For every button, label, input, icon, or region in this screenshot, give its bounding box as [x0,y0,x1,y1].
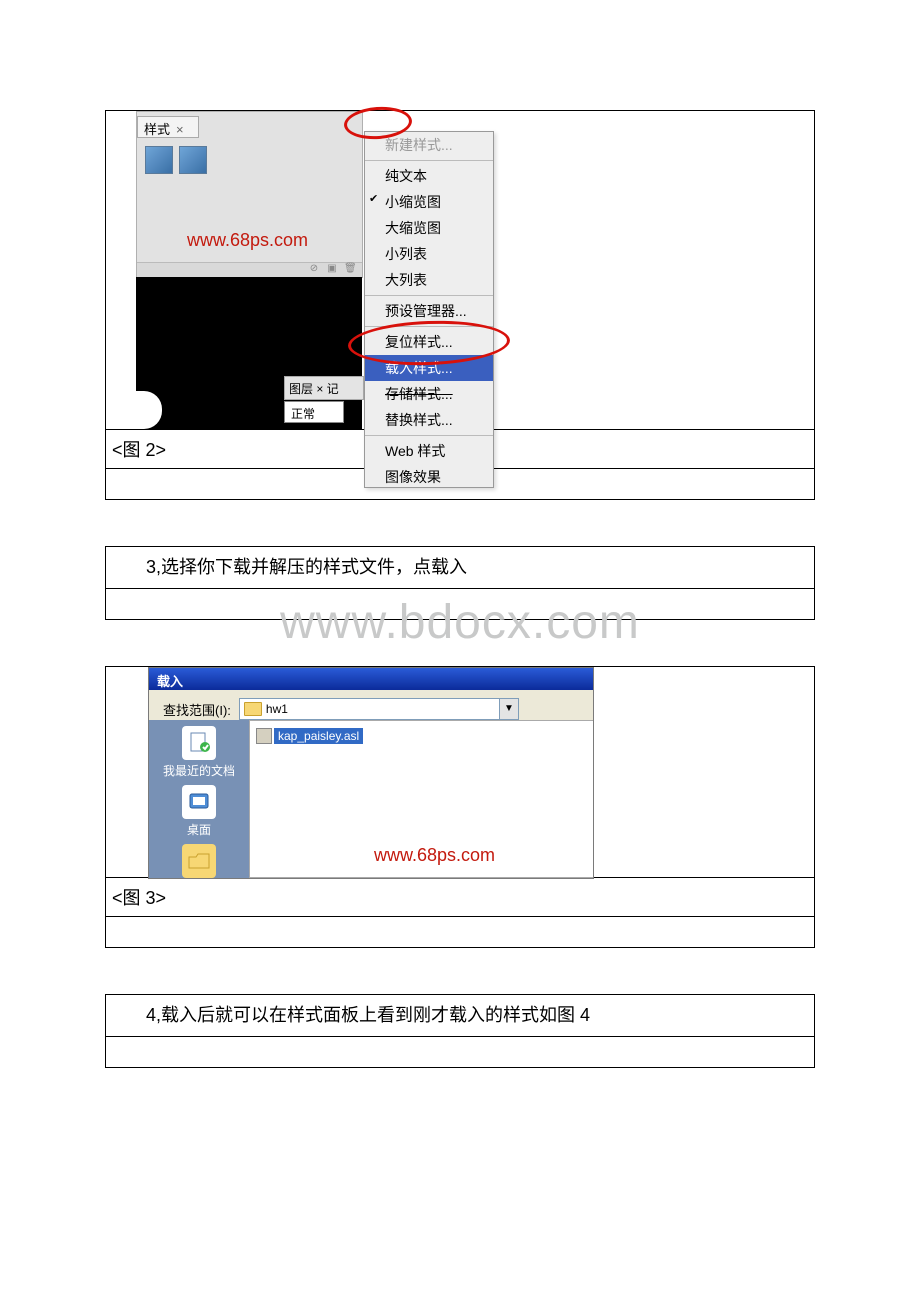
menu-small-list[interactable]: 小列表 [365,241,493,267]
figure-3-caption: <图 3> [105,877,815,917]
style-thumbnails [145,146,207,174]
step-4-text: 4,载入后就可以在样式面板上看到刚才载入的样式如图 4 [106,995,814,1037]
desktop-icon [182,785,216,819]
watermark-url: www.68ps.com [187,230,308,251]
figure-2-container: 样式× www.68ps.com 🗑 ▣ ⊘ 图层 × 记 正常 新建样式. [105,110,815,429]
menu-save-styles[interactable]: 存储样式... [365,381,493,407]
load-dialog: 载入 查找范围(I): hw1 ▼ [148,667,594,879]
styles-flyout-menu: 新建样式... 纯文本 小缩览图 大缩览图 小列表 大列表 预设管理器... 复… [364,131,494,488]
desktop-label: 桌面 [149,821,249,838]
dropdown-arrow-icon[interactable]: ▼ [499,699,518,719]
blend-mode-select[interactable]: 正常 [284,401,344,423]
step-3-block: 3,选择你下载并解压的样式文件，点载入 [105,546,815,620]
menu-large-thumb[interactable]: 大缩览图 [365,215,493,241]
file-icon [256,728,272,744]
folder-icon [244,702,262,716]
menu-large-list[interactable]: 大列表 [365,267,493,293]
layer-panel-tab[interactable]: 图层 × 记 [284,376,364,400]
menu-replace-styles[interactable]: 替换样式... [365,407,493,433]
mydocs-item[interactable] [149,844,249,878]
step-3-text: 3,选择你下载并解压的样式文件，点载入 [106,547,814,589]
close-x-icon[interactable]: × [176,122,184,137]
menu-image-effects[interactable]: 图像效果 [365,464,493,487]
lookin-row: 查找范围(I): hw1 ▼ [149,690,593,724]
watermark-url: www.68ps.com [374,845,495,866]
blank-cell [105,917,815,948]
places-sidebar: 我最近的文档 桌面 [149,720,249,878]
recent-docs-icon [182,726,216,760]
lookin-label: 查找范围(I): [163,700,231,719]
menu-web-styles[interactable]: Web 样式 [365,438,493,464]
folder-open-icon [182,844,216,878]
recent-docs-item[interactable]: 我最近的文档 [149,726,249,779]
styles-tab[interactable]: 样式 × [137,116,199,138]
trash-icon[interactable]: 🗑 [344,263,356,274]
step-4-block: 4,载入后就可以在样式面板上看到刚才载入的样式如图 4 [105,994,815,1068]
lookin-value: hw1 [266,702,288,716]
styles-panel: 样式 × www.68ps.com 🗑 ▣ ⊘ [136,111,363,278]
selected-file[interactable]: kap_paisley.asl [274,728,363,744]
recent-docs-label: 我最近的文档 [149,762,249,779]
menu-text-only[interactable]: 纯文本 [365,163,493,189]
lookin-combo[interactable]: hw1 ▼ [239,698,519,720]
desktop-item[interactable]: 桌面 [149,785,249,838]
clear-icon[interactable]: ⊘ [308,263,320,274]
new-icon[interactable]: ▣ [326,263,338,274]
styles-tab-label: 样式 [144,122,170,137]
panel-footer: 🗑 ▣ ⊘ [137,262,362,277]
dialog-titlebar: 载入 [149,668,593,690]
style-thumb[interactable] [179,146,207,174]
page-content: 样式× www.68ps.com 🗑 ▣ ⊘ 图层 × 记 正常 新建样式. [0,0,920,1068]
figure-3-container: 载入 查找范围(I): hw1 ▼ [105,666,815,877]
style-thumb[interactable] [145,146,173,174]
menu-small-thumb[interactable]: 小缩览图 [365,189,493,215]
